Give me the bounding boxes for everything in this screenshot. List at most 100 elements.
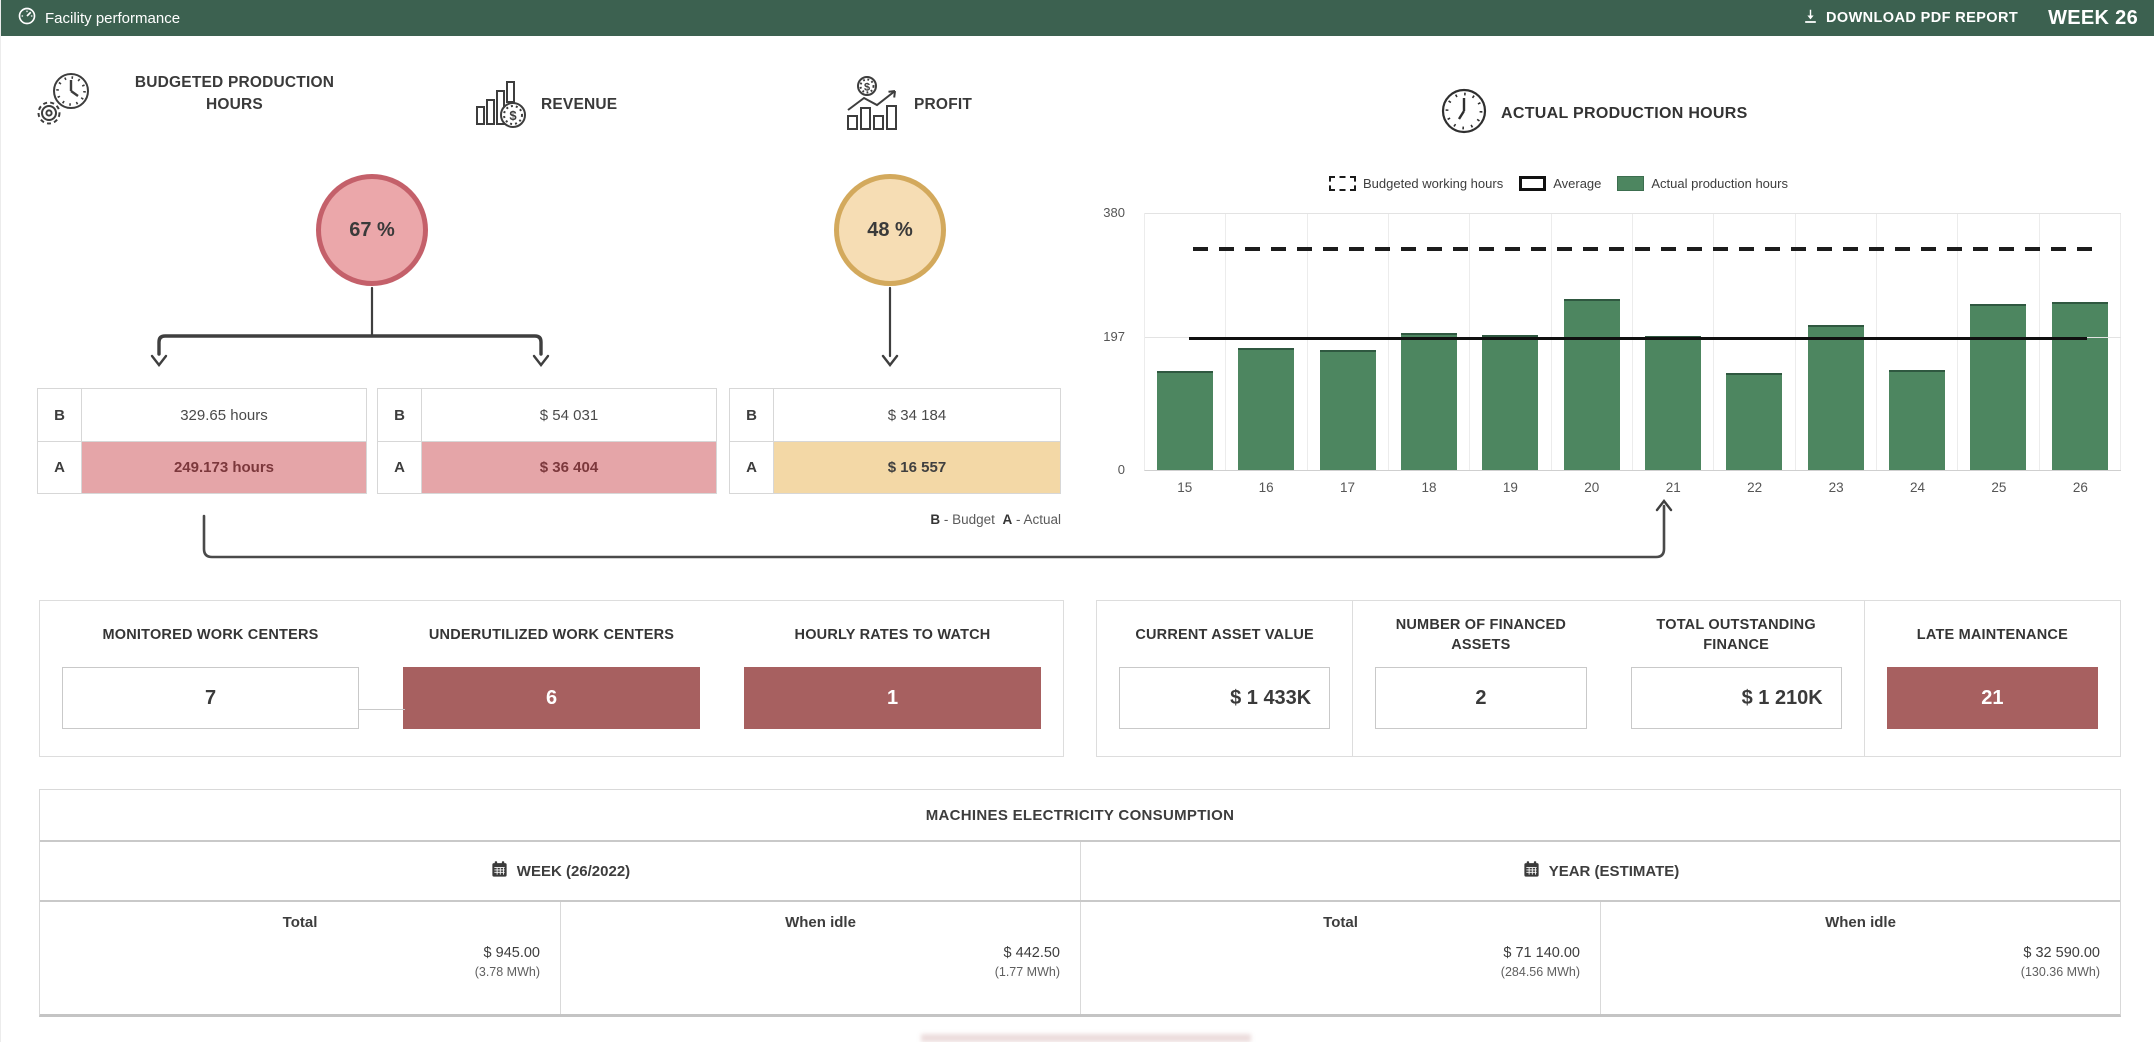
kpi-label: CURRENT ASSET VALUE [1119,613,1330,659]
top-bar-left: Facility performance [17,6,180,30]
budget-utilization-percent: 67 % [349,219,395,242]
legend-a: A [1002,512,1012,527]
x-tick-label: 16 [1225,480,1306,495]
period-year: YEAR (ESTIMATE) [1080,842,2120,900]
chart-xlabels: 151617181920212223242526 [1144,480,2121,495]
row-label-a: A [730,442,774,493]
bar-week-16 [1238,348,1294,470]
bar-week-24 [1889,370,1945,470]
actual-hours-value: 249.173 hours [82,442,366,493]
bar-slot [1714,213,1795,470]
actual-row: A 249.173 hours [38,441,366,493]
kpi-current-asset-value: CURRENT ASSET VALUE $ 1 433K [1097,601,1352,756]
year-total-cell: Total $ 71 140.00 (284.56 MWh) [1080,902,1600,1014]
gridline [1145,213,2121,214]
y-tick-label: 0 [1118,462,1125,477]
work-centers-panel: MONITORED WORK CENTERS 7 UNDERUTILIZED W… [39,600,1064,757]
chart-plot [1144,213,2121,471]
legend-label: Actual production hours [1651,176,1788,191]
bar-week-21 [1645,336,1701,470]
hourly-rates-to-watch-value: 1 [744,667,1041,729]
cell-value: $ 32 590.00 [1621,945,2100,961]
svg-text:$: $ [509,108,517,123]
budget-revenue-value: $ 54 031 [422,389,716,441]
budget-actual-legend: B - Budget A - Actual [729,512,1061,527]
assets-panel: CURRENT ASSET VALUE $ 1 433K NUMBER OF F… [1096,600,2121,757]
total-outstanding-finance-value: $ 1 210K [1631,667,1842,729]
profit-title: PROFIT [914,96,972,114]
clock-icon [1439,86,1489,141]
x-tick-label: 15 [1144,480,1225,495]
underutilized-work-centers-value: 6 [403,667,700,729]
cell-mwh: (3.78 MWh) [60,965,540,979]
download-pdf-button[interactable]: DOWNLOAD PDF REPORT [1802,8,2018,29]
budget-row: B $ 34 184 [730,389,1060,441]
cell-header: Total [1101,914,1580,931]
bar-week-25 [1970,304,2026,470]
profit-margin-gauge: 48 % [834,174,946,286]
kpi-connector-line [358,709,405,710]
chart-title-row: ACTUAL PRODUCTION HOURS [1439,86,1748,141]
summary-section: BUDGETED PRODUCTION HOURS $ REVENUE [29,46,2129,566]
budget-line [1193,247,2093,251]
legend-label: Average [1553,176,1601,191]
legend-item-actual: Actual production hours [1617,176,1788,191]
outline-swatch-icon [1519,176,1546,191]
kpi-label: HOURLY RATES TO WATCH [744,613,1041,659]
calendar-icon [1522,860,1541,883]
bar-week-22 [1726,373,1782,470]
chart-legend: Budgeted working hours Average Actual pr… [1329,176,1788,191]
bar-slot [1633,213,1714,470]
bar-slot [1145,213,1226,470]
actual-revenue-value: $ 36 404 [422,442,716,493]
budget-row: B $ 54 031 [378,389,716,441]
electricity-section: MACHINES ELECTRICITY CONSUMPTION WEEK (2… [39,789,2121,1017]
y-tick-label: 197 [1103,329,1125,344]
chart-title: ACTUAL PRODUCTION HOURS [1501,105,1748,123]
kpi-monitored-work-centers: MONITORED WORK CENTERS 7 [40,601,381,756]
electricity-values: Total $ 945.00 (3.78 MWh) When idle $ 44… [40,902,2120,1014]
kpi-label: TOTAL OUTSTANDING FINANCE [1631,613,1842,659]
budget-row: B 329.65 hours [38,389,366,441]
bar-slot [1796,213,1877,470]
row-label-b: B [730,389,774,441]
y-tick-label: 380 [1103,205,1125,220]
dashed-swatch-icon [1329,176,1356,191]
year-idle-cell: When idle $ 32 590.00 (130.36 MWh) [1600,902,2120,1014]
kpi-label: NUMBER OF FINANCED ASSETS [1375,613,1586,659]
bar-slot [1389,213,1470,470]
green-swatch-icon [1617,176,1644,191]
late-maintenance-value: 21 [1887,667,2098,729]
actual-row: A $ 16 557 [730,441,1060,493]
week-idle-cell: When idle $ 442.50 (1.77 MWh) [560,902,1080,1014]
x-tick-label: 24 [1877,480,1958,495]
cutoff-artifact [921,1034,1251,1042]
profit-icon: $ [844,74,906,141]
bar-week-17 [1320,350,1376,470]
bar-slot [1877,213,1958,470]
kpi-row: MONITORED WORK CENTERS 7 UNDERUTILIZED W… [39,600,2154,757]
kpi-label: UNDERUTILIZED WORK CENTERS [403,613,700,659]
revenue-title: REVENUE [541,96,617,114]
cell-mwh: (284.56 MWh) [1101,965,1580,979]
budget-profit-value: $ 34 184 [774,389,1060,441]
bar-slot [1552,213,1633,470]
kpi-hourly-rates-to-watch: HOURLY RATES TO WATCH 1 [722,601,1063,756]
current-asset-value: $ 1 433K [1119,667,1330,729]
cell-value: $ 945.00 [60,945,540,961]
bar-slot [2040,213,2121,470]
app-title: Facility performance [45,10,180,27]
download-icon [1802,8,1819,29]
legend-a-text: - Actual [1016,512,1061,527]
svg-text:$: $ [864,82,870,94]
row-label-a: A [38,442,82,493]
x-tick-label: 18 [1388,480,1469,495]
bar-week-19 [1482,335,1538,470]
cell-mwh: (1.77 MWh) [581,965,1060,979]
actual-row: A $ 36 404 [378,441,716,493]
monitored-work-centers-value: 7 [62,667,359,729]
period-week: WEEK (26/2022) [40,842,1080,900]
bar-week-20 [1564,299,1620,470]
profit-margin-percent: 48 % [867,219,913,242]
x-tick-label: 26 [2040,480,2121,495]
